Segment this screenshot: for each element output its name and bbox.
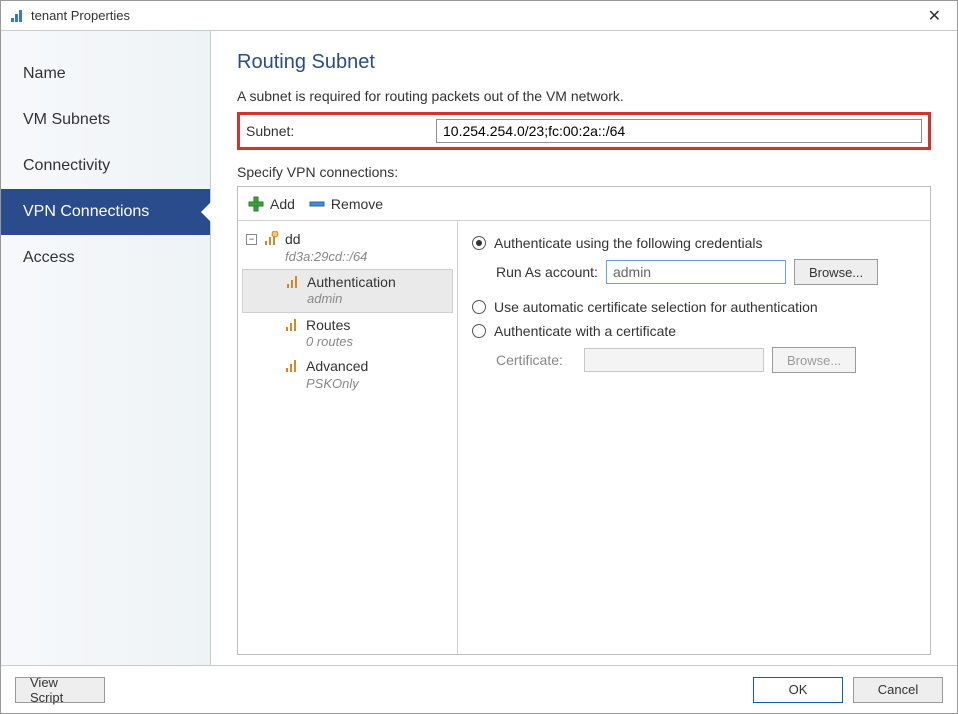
routes-icon [284, 317, 300, 333]
cancel-button[interactable]: Cancel [853, 677, 943, 703]
browse-credentials-button[interactable]: Browse... [794, 259, 878, 285]
ok-button[interactable]: OK [753, 677, 843, 703]
dialog-footer: View Script OK Cancel [1, 665, 957, 713]
vpn-detail-panel: Authenticate using the following credent… [458, 221, 930, 654]
titlebar: tenant Properties ✕ [1, 1, 957, 31]
certificate-label: Certificate: [496, 352, 576, 368]
subnet-input[interactable] [436, 119, 922, 143]
vpn-connections-panel: Add Remove − [237, 186, 931, 655]
tree-item-label: Advanced [306, 358, 368, 376]
remove-label: Remove [331, 196, 383, 212]
close-icon[interactable]: ✕ [920, 4, 949, 28]
auth-icon [285, 274, 301, 290]
main-panel: Routing Subnet A subnet is required for … [211, 31, 957, 665]
subnet-label: Subnet: [246, 123, 436, 139]
vpn-toolbar: Add Remove [238, 187, 930, 221]
certificate-row: Certificate: Browse... [496, 347, 916, 373]
tree-item-label: Routes [306, 317, 353, 335]
plus-icon [248, 196, 264, 212]
browse-certificate-button: Browse... [772, 347, 856, 373]
sidebar-item-name[interactable]: Name [1, 51, 210, 97]
tree-item-sub: 0 routes [306, 334, 353, 350]
app-icon [9, 8, 25, 24]
radio-credentials-label: Authenticate using the following credent… [494, 235, 763, 251]
page-description: A subnet is required for routing packets… [237, 88, 931, 104]
tree-item-sub: PSKOnly [306, 376, 368, 392]
view-script-button[interactable]: View Script [15, 677, 105, 703]
add-button[interactable]: Add [248, 196, 295, 212]
subnet-row-highlight: Subnet: [237, 112, 931, 150]
certificate-input [584, 348, 764, 372]
radio-credentials[interactable]: Authenticate using the following credent… [472, 231, 916, 255]
remove-button[interactable]: Remove [309, 196, 383, 212]
tree-item-sub: admin [307, 291, 396, 307]
specify-vpn-label: Specify VPN connections: [237, 164, 931, 180]
tree-item-label: Authentication [307, 274, 396, 292]
radio-selected-icon [472, 236, 486, 250]
add-label: Add [270, 196, 295, 212]
tree-root-address: fd3a:29cd::/64 [285, 249, 367, 265]
tree-root[interactable]: − dd fd3a:29cd::/64 [238, 227, 457, 269]
host-icon [263, 231, 279, 247]
run-as-row: Run As account: Browse... [496, 259, 916, 285]
radio-auto-cert[interactable]: Use automatic certificate selection for … [472, 295, 916, 319]
vpn-tree: − dd fd3a:29cd::/64 [238, 221, 458, 654]
sidebar-item-vm-subnets[interactable]: VM Subnets [1, 97, 210, 143]
sidebar-item-access[interactable]: Access [1, 235, 210, 281]
advanced-icon [284, 358, 300, 374]
radio-cert-label: Authenticate with a certificate [494, 323, 676, 339]
radio-cert[interactable]: Authenticate with a certificate [472, 319, 916, 343]
minus-icon [309, 199, 325, 209]
sidebar: Name VM Subnets Connectivity VPN Connect… [1, 31, 211, 665]
sidebar-item-vpn-connections[interactable]: VPN Connections [1, 189, 210, 235]
run-as-label: Run As account: [496, 264, 598, 280]
tree-item-authentication[interactable]: Authentication admin [242, 269, 453, 313]
collapse-icon[interactable]: − [246, 234, 257, 245]
run-as-input[interactable] [606, 260, 786, 284]
tree-root-name: dd [285, 231, 367, 249]
sidebar-item-connectivity[interactable]: Connectivity [1, 143, 210, 189]
tree-item-advanced[interactable]: Advanced PSKOnly [238, 354, 457, 396]
window-title: tenant Properties [31, 8, 920, 23]
tree-item-routes[interactable]: Routes 0 routes [238, 313, 457, 355]
properties-window: tenant Properties ✕ Name VM Subnets Conn… [0, 0, 958, 714]
radio-auto-cert-label: Use automatic certificate selection for … [494, 299, 818, 315]
radio-unselected-icon [472, 300, 486, 314]
radio-unselected-icon [472, 324, 486, 338]
page-title: Routing Subnet [237, 51, 931, 74]
